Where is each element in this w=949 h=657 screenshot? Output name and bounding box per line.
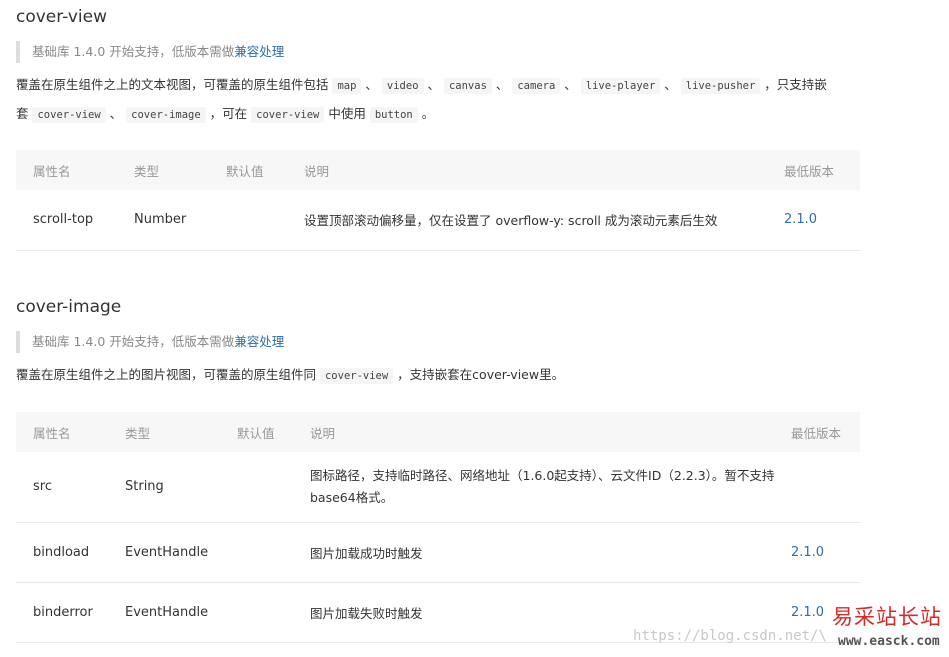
section-cover-view: cover-view 基础库 1.4.0 开始支持，低版本需做兼容处理 覆盖在原…	[16, 7, 860, 129]
site-logo-text: 易采站长站	[832, 605, 942, 629]
code-cover-view: cover-view	[319, 368, 394, 384]
attr-name: scroll-top	[16, 190, 134, 251]
desc-sep: 、	[423, 77, 444, 92]
description: 覆盖在原生组件之上的图片视图，可覆盖的原生组件同 cover-view ，支持嵌…	[16, 361, 860, 390]
code-cover-view: cover-view	[251, 107, 325, 123]
attr-type: EventHandle	[125, 522, 237, 583]
header-attr-name: 属性名	[33, 163, 71, 179]
code-canvas: canvas	[443, 78, 492, 94]
table-header-row: 属性名 类型 默认值 说明 最低版本	[16, 412, 860, 452]
compat-link[interactable]: 兼容处理	[234, 334, 284, 349]
section-title: cover-image	[16, 297, 122, 317]
code-button: button	[369, 107, 418, 123]
code-live-pusher: live-pusher	[680, 78, 761, 94]
version-note-text: 基础库 1.4.0 开始支持，低版本需做	[32, 44, 235, 59]
version-note: 基础库 1.4.0 开始支持，低版本需做兼容处理	[16, 331, 860, 353]
header-description: 说明	[304, 163, 330, 179]
code-cover-view: cover-view	[32, 107, 106, 123]
code-cover-image: cover-image	[126, 107, 206, 123]
attr-description: 图标路径，支持临时路径、网络地址（1.6.0起支持）、云文件ID（2.2.3）。…	[310, 452, 791, 523]
code-map: map	[332, 78, 362, 94]
header-min-version: 最低版本	[784, 163, 835, 179]
header-default: 默认值	[237, 425, 275, 441]
desc-sep: 、	[660, 77, 681, 92]
attributes-table-cover-image: 属性名 类型 默认值 说明 最低版本 src String 图标路径，支持临时路…	[16, 412, 860, 643]
code-video: video	[381, 78, 424, 94]
attr-min-version: 2.1.0	[784, 190, 860, 251]
desc-text: 。	[417, 106, 435, 121]
header-min-version: 最低版本	[791, 425, 842, 441]
attr-type: String	[125, 452, 237, 523]
version-note: 基础库 1.4.0 开始支持，低版本需做兼容处理	[16, 41, 860, 63]
header-default: 默认值	[226, 163, 264, 179]
code-live-player: live-player	[580, 78, 661, 94]
desc-text: 覆盖在原生组件之上的文本视图，可覆盖的原生组件包括	[16, 77, 333, 92]
desc-text: 中使用	[324, 106, 370, 121]
header-description: 说明	[310, 425, 336, 441]
attr-default	[237, 582, 310, 643]
desc-text: ，可在	[205, 106, 252, 121]
csdn-watermark: https://blog.csdn.net/\	[633, 628, 827, 644]
desc-text: 覆盖在原生组件之上的图片视图，可覆盖的原生组件同	[16, 367, 320, 382]
desc-sep: 、	[491, 77, 513, 92]
table-row: bindload EventHandle 图片加载成功时触发 2.1.0	[16, 522, 860, 583]
version-note-text: 基础库 1.4.0 开始支持，低版本需做	[32, 334, 235, 349]
attr-default	[226, 190, 304, 251]
compat-link[interactable]: 兼容处理	[234, 44, 284, 59]
attributes-table-cover-view: 属性名 类型 默认值 说明 最低版本 scroll-top Number 设置顶…	[16, 150, 860, 251]
code-camera: camera	[512, 78, 561, 94]
header-type: 类型	[134, 163, 160, 179]
section-title: cover-view	[16, 7, 107, 27]
attr-default	[237, 452, 310, 523]
attr-default	[237, 522, 310, 583]
desc-sep: 、	[560, 77, 581, 92]
attr-min-version: 2.1.0	[791, 522, 860, 583]
attr-name: bindload	[16, 522, 125, 583]
desc-sep: 、	[105, 106, 127, 121]
attr-name: binderror	[16, 582, 125, 643]
header-type: 类型	[125, 425, 151, 441]
table-header-row: 属性名 类型 默认值 说明 最低版本	[16, 150, 860, 190]
attr-min-version	[791, 452, 860, 523]
attr-description: 图片加载成功时触发	[310, 522, 791, 583]
desc-text: ，支持嵌套在cover-view里。	[393, 367, 565, 382]
site-logo-url: www.easck.com	[838, 634, 940, 649]
attr-description: 设置顶部滚动偏移量，仅在设置了 overflow-y: scroll 成为滚动元…	[304, 190, 784, 251]
attr-type: EventHandle	[125, 582, 237, 643]
attr-type: Number	[134, 190, 226, 251]
section-cover-image: cover-image 基础库 1.4.0 开始支持，低版本需做兼容处理 覆盖在…	[16, 297, 860, 390]
header-attr-name: 属性名	[33, 425, 71, 441]
description: 覆盖在原生组件之上的文本视图，可覆盖的原生组件包括 map 、 video 、 …	[16, 71, 836, 129]
table-row: scroll-top Number 设置顶部滚动偏移量，仅在设置了 overfl…	[16, 190, 860, 251]
attr-name: src	[16, 452, 125, 523]
table-row: src String 图标路径，支持临时路径、网络地址（1.6.0起支持）、云文…	[16, 452, 860, 523]
desc-sep: 、	[361, 77, 382, 92]
